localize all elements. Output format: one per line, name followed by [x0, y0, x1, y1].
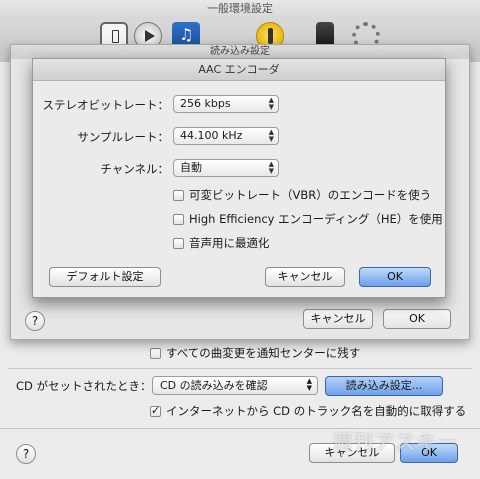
- he-row: High Efficiency エンコーディング（HE）を使用: [173, 211, 443, 227]
- aac-ok-button[interactable]: OK: [359, 267, 431, 287]
- voice-label: 音声用に最適化: [189, 236, 270, 250]
- aac-encoder-sheet: AAC エンコーダ ステレオビットレート： 256 kbps ▲ ▼ サンプルレー…: [32, 58, 446, 298]
- he-label: High Efficiency エンコーディング（HE）を使用: [189, 212, 443, 226]
- aac-sheet-title: AAC エンコーダ: [33, 59, 445, 81]
- select-arrows-icon: ▲ ▼: [268, 96, 274, 111]
- help-button[interactable]: ?: [25, 311, 45, 331]
- help-button[interactable]: ?: [16, 444, 36, 464]
- divider: [8, 368, 472, 369]
- sample-rate-label: サンプルレート：: [77, 130, 169, 144]
- notify-setting-row: すべての曲変更を通知センターに残す: [150, 345, 360, 361]
- import-sheet-title: 読み込み設定: [11, 45, 469, 59]
- cd-action-select[interactable]: CD の読み込みを確認 ▲ ▼: [152, 376, 318, 395]
- stereo-bitrate-value: 256 kbps: [180, 97, 231, 110]
- voice-checkbox[interactable]: [173, 237, 184, 249]
- vbr-label: 可変ビットレート（VBR）のエンコードを使う: [189, 188, 432, 202]
- he-checkbox[interactable]: [173, 213, 184, 225]
- prefs-window-title: 一般環境設定: [0, 0, 480, 18]
- import-ok-button[interactable]: OK: [383, 309, 451, 329]
- stereo-bitrate-label: ステレオビットレート：: [42, 98, 170, 112]
- internet-checkbox[interactable]: [150, 404, 161, 417]
- internet-setting-row: インターネットから CD のトラック名を自動的に取得する: [150, 403, 466, 419]
- sample-rate-value: 44.100 kHz: [180, 129, 243, 142]
- notify-label: すべての曲変更を通知センターに残す: [166, 346, 361, 360]
- vbr-checkbox[interactable]: [173, 189, 184, 201]
- watermark-logo: 週刊アスキー: [332, 430, 458, 454]
- select-arrows-icon: ▲ ▼: [268, 160, 274, 175]
- channel-value: 自動: [180, 161, 202, 174]
- voice-row: 音声用に最適化: [173, 235, 270, 251]
- aac-cancel-button[interactable]: キャンセル: [265, 267, 345, 287]
- notify-checkbox[interactable]: [150, 347, 161, 359]
- channel-select[interactable]: 自動 ▲ ▼: [173, 159, 279, 177]
- select-arrows-icon: ▲ ▼: [306, 377, 312, 392]
- import-cancel-button[interactable]: キャンセル: [303, 309, 373, 329]
- default-settings-button[interactable]: デフォルト設定: [49, 267, 161, 287]
- vbr-row: 可変ビットレート（VBR）のエンコードを使う: [173, 187, 431, 203]
- internet-label: インターネットから CD のトラック名を自動的に取得する: [166, 404, 467, 418]
- cd-insert-label: CD がセットされたとき：: [16, 379, 152, 393]
- sample-rate-select[interactable]: 44.100 kHz ▲ ▼: [173, 127, 279, 145]
- import-settings-button[interactable]: 読み込み設定...: [325, 376, 443, 396]
- stereo-bitrate-select[interactable]: 256 kbps ▲ ▼: [173, 95, 279, 113]
- select-arrows-icon: ▲ ▼: [268, 128, 274, 143]
- channel-label: チャンネル：: [100, 162, 169, 176]
- cd-action-value: CD の読み込みを確認: [160, 379, 268, 392]
